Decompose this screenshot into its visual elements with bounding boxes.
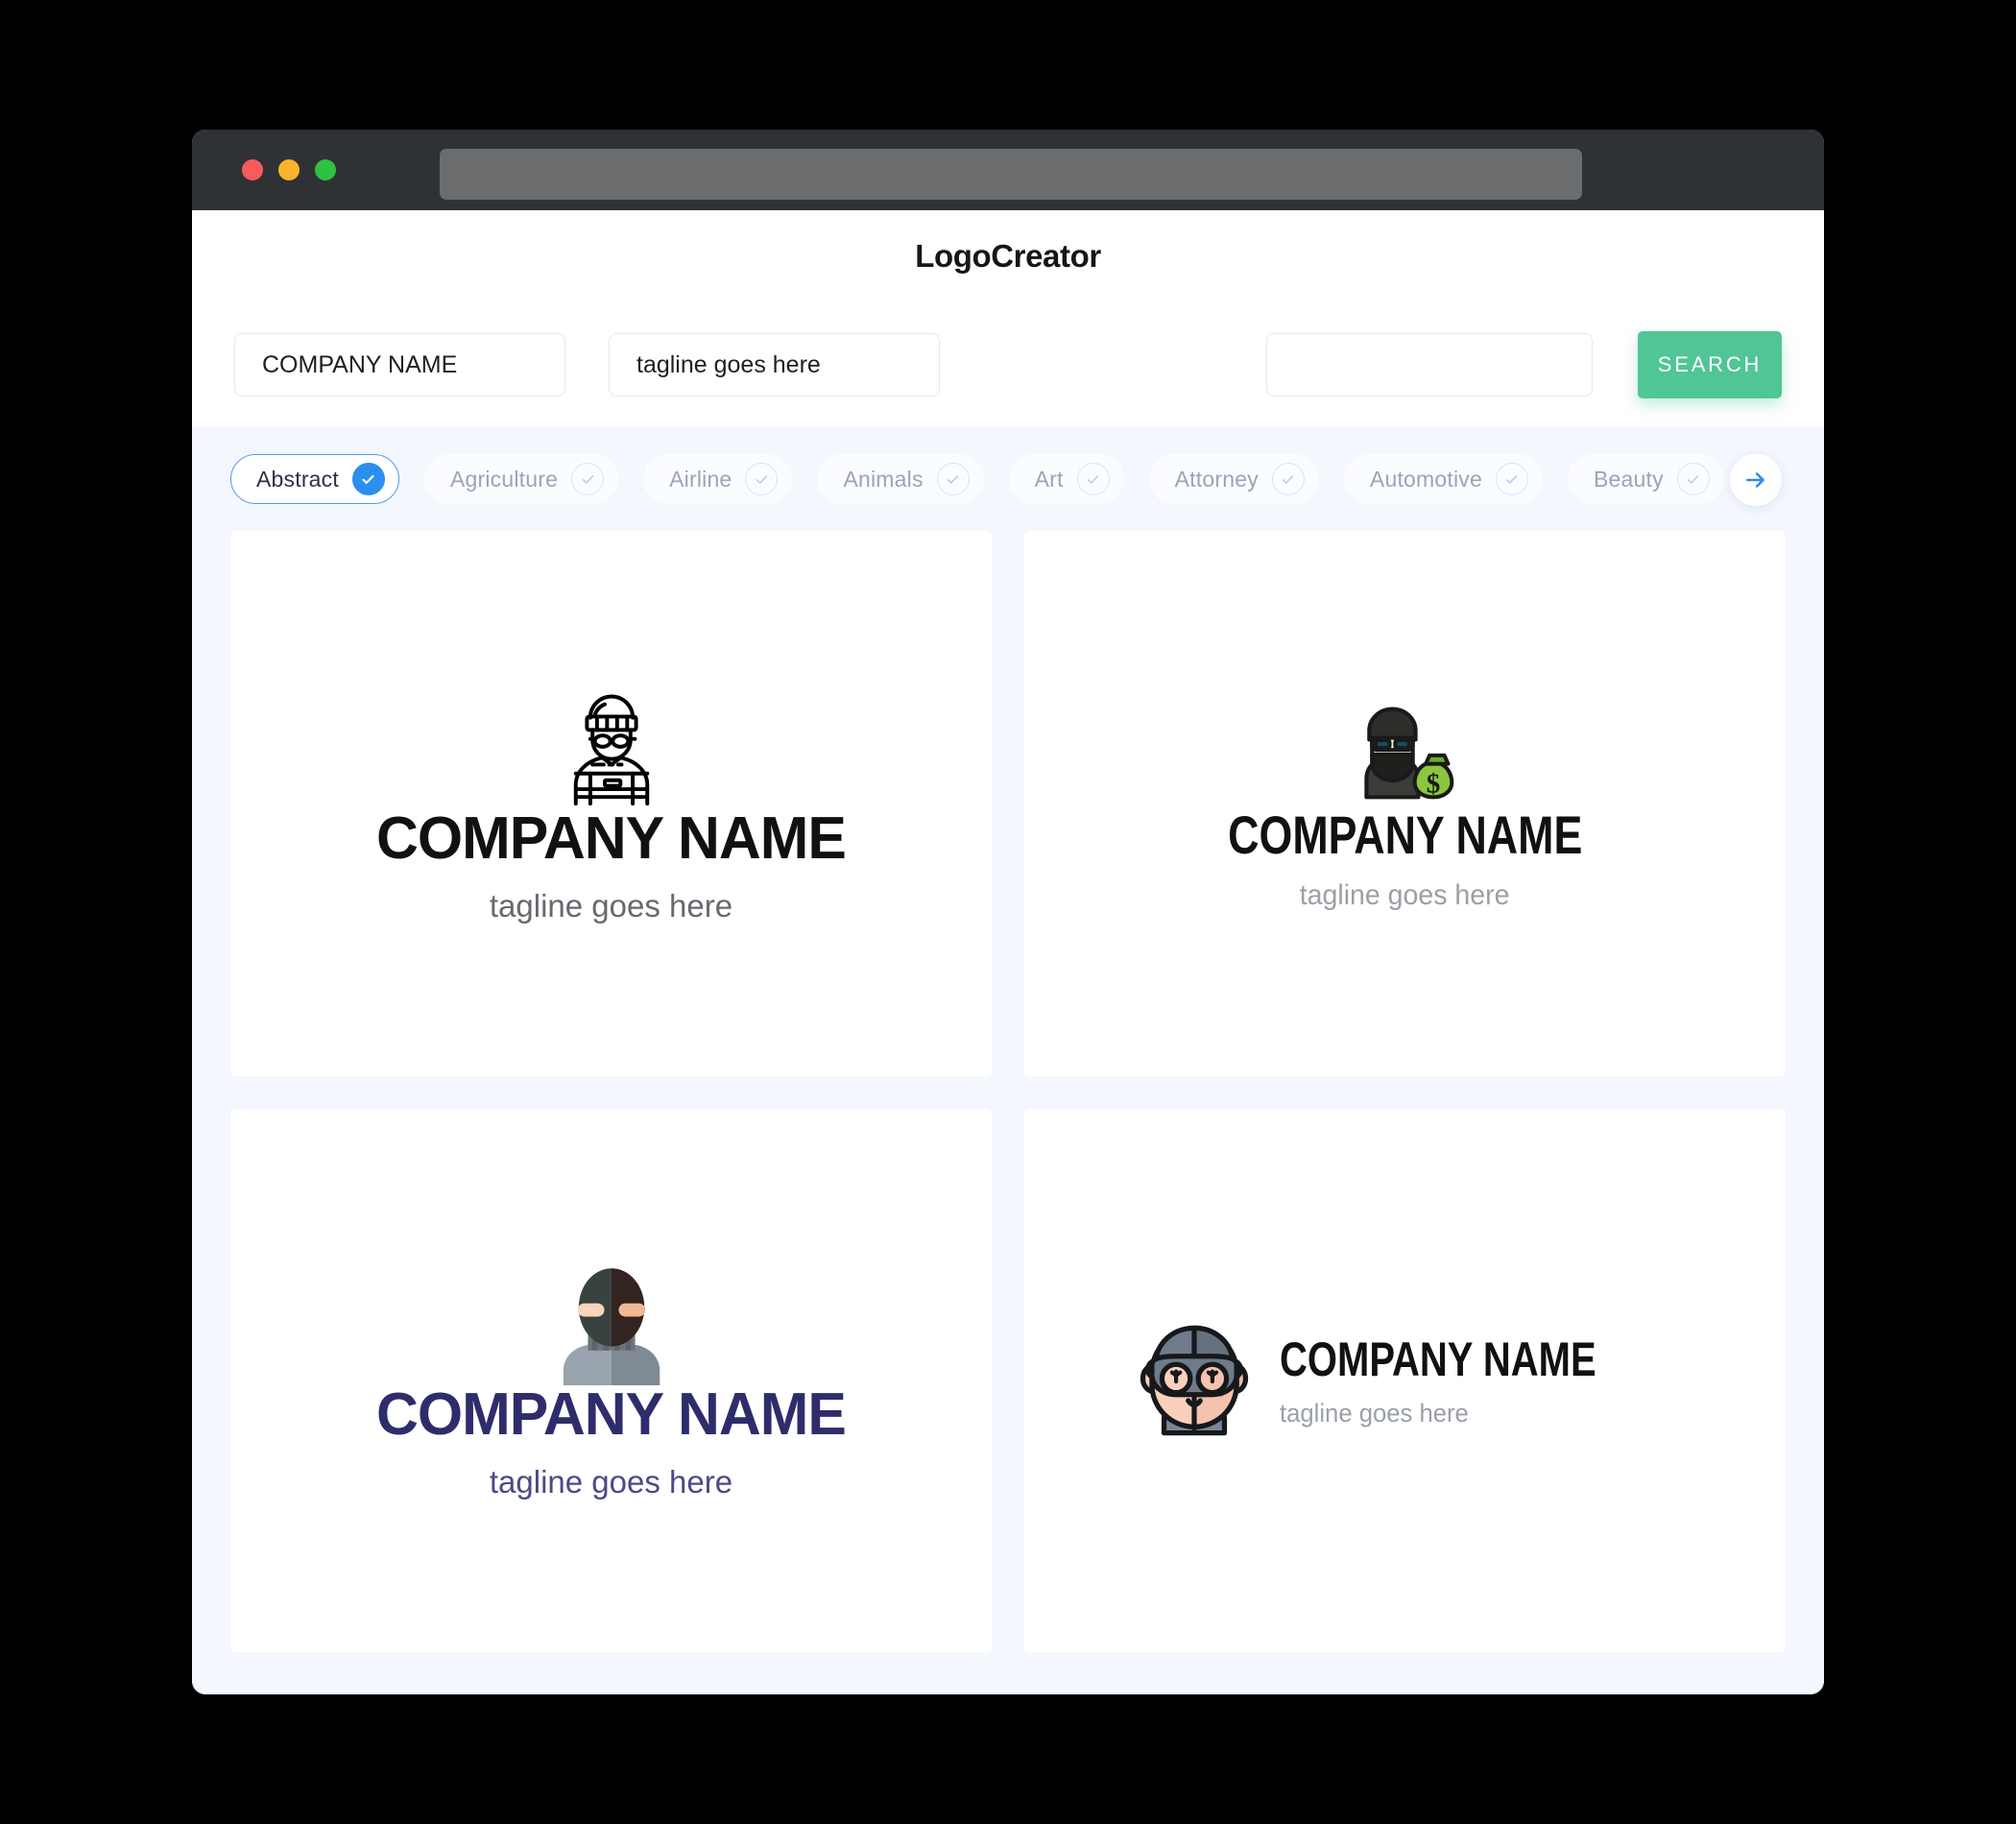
category-pill-animals[interactable]: Animals (817, 454, 984, 504)
category-label: Abstract (256, 466, 339, 492)
category-label: Animals (843, 466, 924, 492)
check-icon (1495, 463, 1528, 495)
category-label: Beauty (1593, 466, 1664, 492)
svg-text:$: $ (1427, 769, 1441, 800)
company-name-input[interactable] (234, 333, 565, 396)
category-pill-attorney[interactable]: Attorney (1148, 454, 1319, 504)
check-icon (1271, 463, 1305, 495)
check-icon (1676, 463, 1710, 495)
keyword-input[interactable] (1266, 333, 1593, 396)
logo-company-name: COMPANY NAME (376, 1380, 847, 1448)
app-header: LogoCreator (192, 210, 1824, 302)
close-window-button[interactable] (242, 159, 263, 180)
search-button[interactable]: SEARCH (1638, 331, 1782, 398)
robber-money-bag-icon: $ (1344, 697, 1465, 808)
logo-preview: COMPANY NAME tagline goes here (372, 1264, 851, 1498)
category-pill-abstract[interactable]: Abstract (230, 454, 399, 504)
logo-text-column: COMPANY NAME tagline goes here (1280, 1335, 1675, 1427)
logo-card-1[interactable]: COMPANY NAME tagline goes here (230, 531, 992, 1076)
check-icon (936, 463, 970, 495)
logo-company-name: COMPANY NAME (1227, 804, 1583, 865)
browser-window: LogoCreator SEARCH Abstract Agriculture (192, 130, 1824, 1694)
logo-tagline: tagline goes here (489, 1463, 733, 1500)
category-pill-beauty[interactable]: Beauty (1567, 454, 1724, 504)
search-toolbar: SEARCH (192, 302, 1824, 427)
category-pill-automotive[interactable]: Automotive (1343, 454, 1543, 504)
category-label: Art (1034, 466, 1064, 492)
category-pill-agriculture[interactable]: Agriculture (423, 454, 619, 504)
traffic-lights (242, 159, 336, 180)
logo-card-2[interactable]: $ COMPANY NAME tagline goes here (1024, 531, 1786, 1076)
logo-card-3[interactable]: COMPANY NAME tagline goes here (230, 1109, 992, 1652)
category-label: Airline (669, 466, 732, 492)
check-icon (351, 463, 385, 495)
check-icon (745, 463, 779, 495)
maximize-window-button[interactable] (315, 159, 336, 180)
category-pill-airline[interactable]: Airline (643, 454, 793, 504)
burglar-line-icon (555, 686, 668, 809)
logo-company-name: COMPANY NAME (1280, 1332, 1597, 1386)
check-icon (571, 463, 605, 495)
category-label: Automotive (1369, 466, 1482, 492)
logo-preview: COMPANY NAME tagline goes here (1134, 1320, 1675, 1441)
logo-tagline: tagline goes here (1280, 1398, 1470, 1428)
logo-tagline: tagline goes here (1300, 879, 1510, 911)
masked-thief-flat-icon (554, 1264, 669, 1385)
category-label: Attorney (1174, 466, 1259, 492)
arrow-right-icon (1746, 472, 1764, 488)
logo-results-grid: COMPANY NAME tagline goes here $ COMPANY… (192, 531, 1824, 1694)
logo-company-name: COMPANY NAME (376, 804, 847, 872)
tagline-input[interactable] (609, 333, 940, 396)
app-title: LogoCreator (915, 238, 1101, 274)
logo-card-4[interactable]: COMPANY NAME tagline goes here (1024, 1109, 1786, 1652)
logo-preview: $ COMPANY NAME tagline goes here (1184, 697, 1627, 910)
logo-tagline: tagline goes here (489, 887, 733, 924)
browser-titlebar (192, 130, 1824, 210)
check-icon (1076, 463, 1110, 495)
url-bar-input[interactable] (440, 149, 1582, 200)
minimize-window-button[interactable] (278, 159, 300, 180)
cartoon-burglar-face-icon (1134, 1320, 1255, 1441)
category-label: Agriculture (449, 466, 559, 492)
logo-preview: COMPANY NAME tagline goes here (372, 686, 851, 922)
category-pill-art[interactable]: Art (1008, 454, 1124, 504)
screenshot-stage: LogoCreator SEARCH Abstract Agriculture (0, 0, 2016, 1824)
category-filter-bar: Abstract Agriculture Airline Animals Art… (192, 427, 1824, 531)
categories-next-button[interactable] (1730, 454, 1782, 506)
